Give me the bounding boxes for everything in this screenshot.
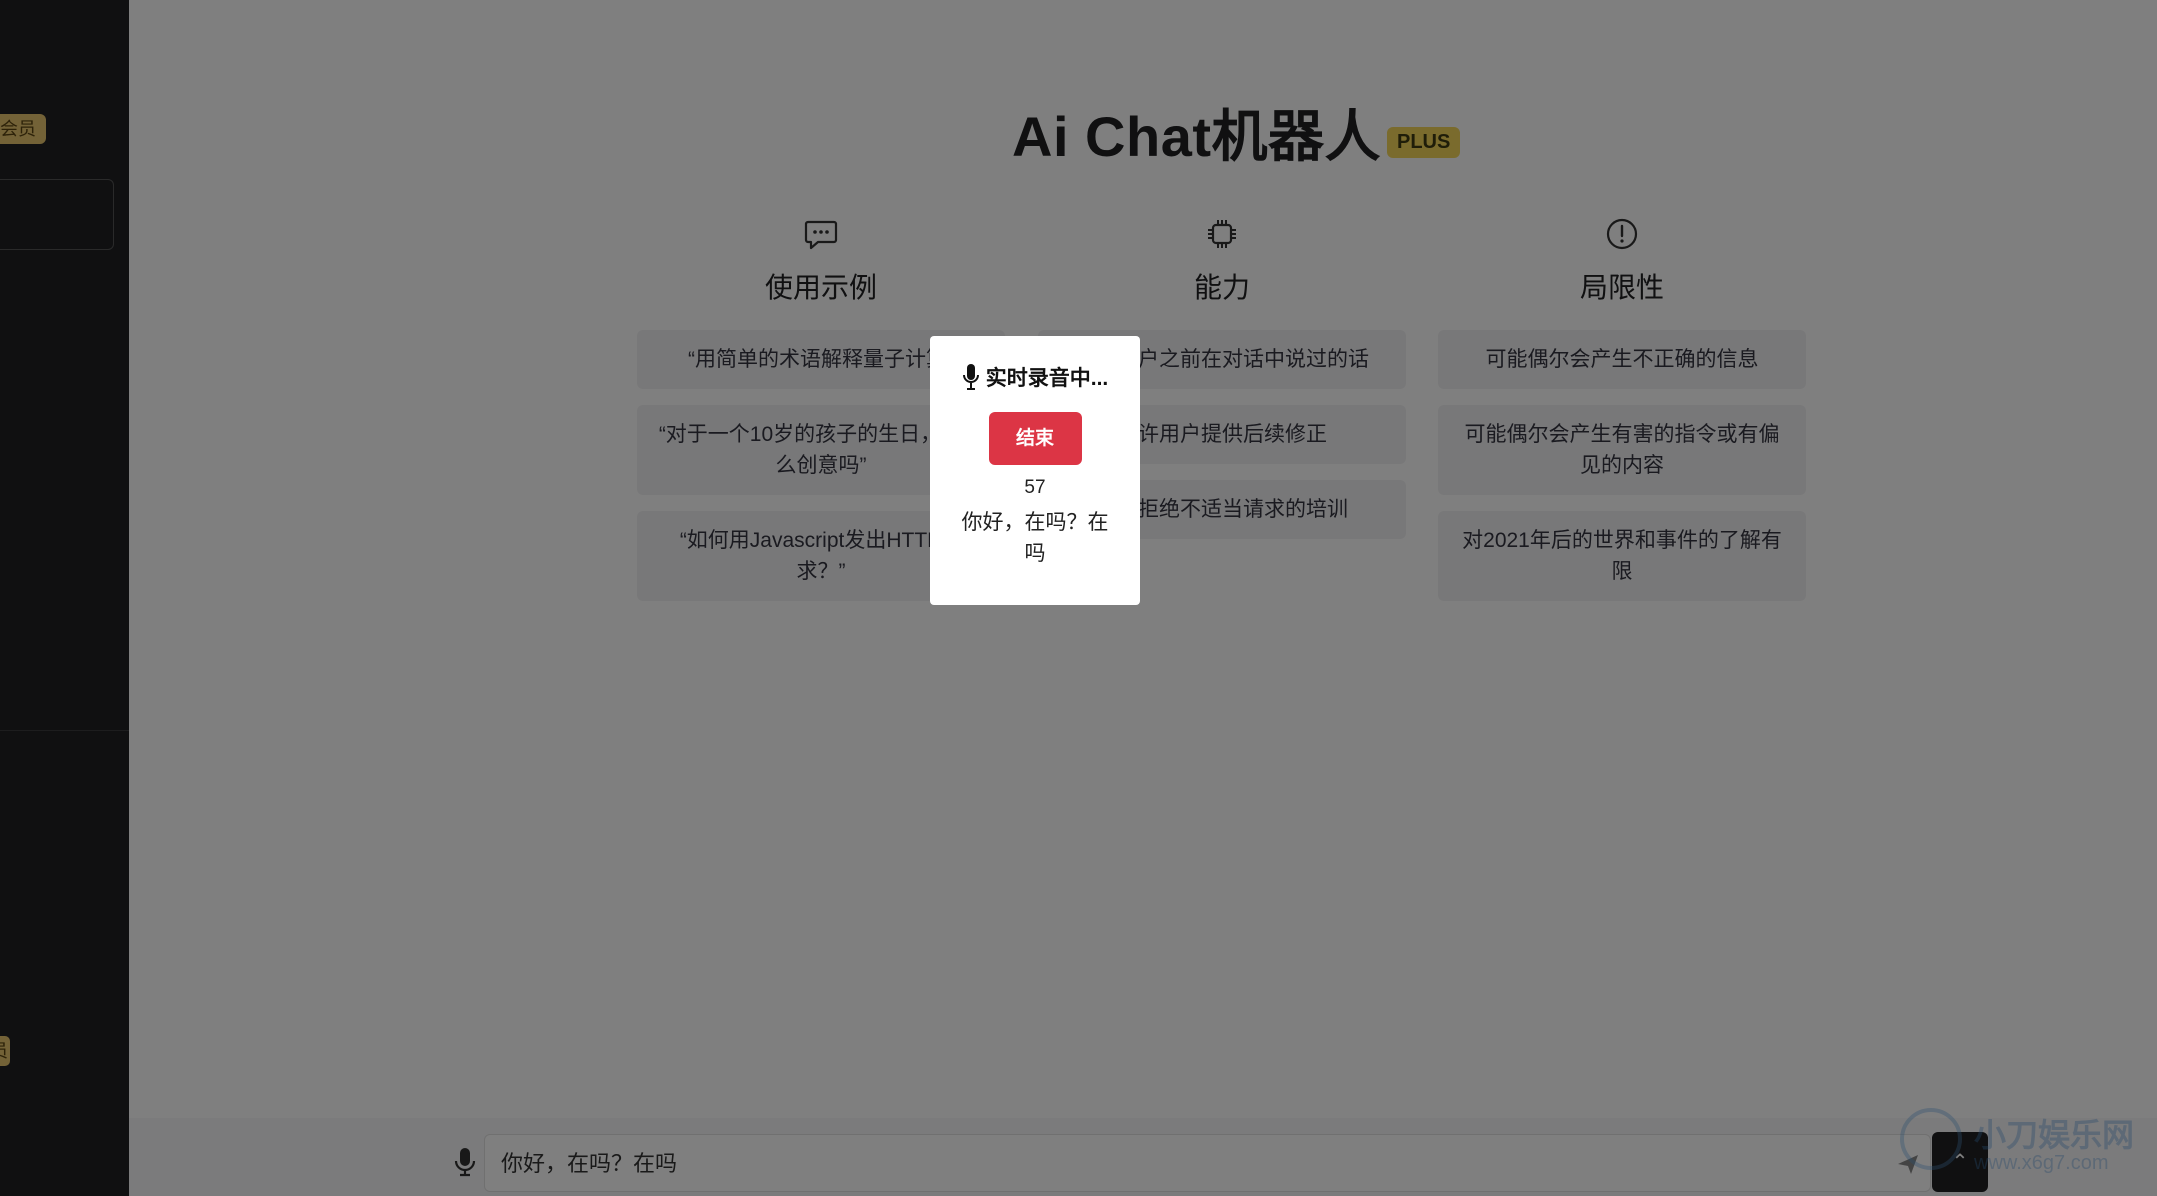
- recording-modal: 实时录音中... 结束 57 你好，在吗？在吗: [930, 336, 1140, 605]
- live-transcript: 你好，在吗？在吗: [961, 511, 1109, 565]
- modal-header: 实时录音中...: [930, 362, 1140, 392]
- microphone-icon: [962, 364, 979, 390]
- recording-timer: 57: [1024, 477, 1046, 498]
- modal-title: 实时录音中...: [985, 367, 1109, 390]
- end-recording-button[interactable]: 结束: [988, 412, 1082, 465]
